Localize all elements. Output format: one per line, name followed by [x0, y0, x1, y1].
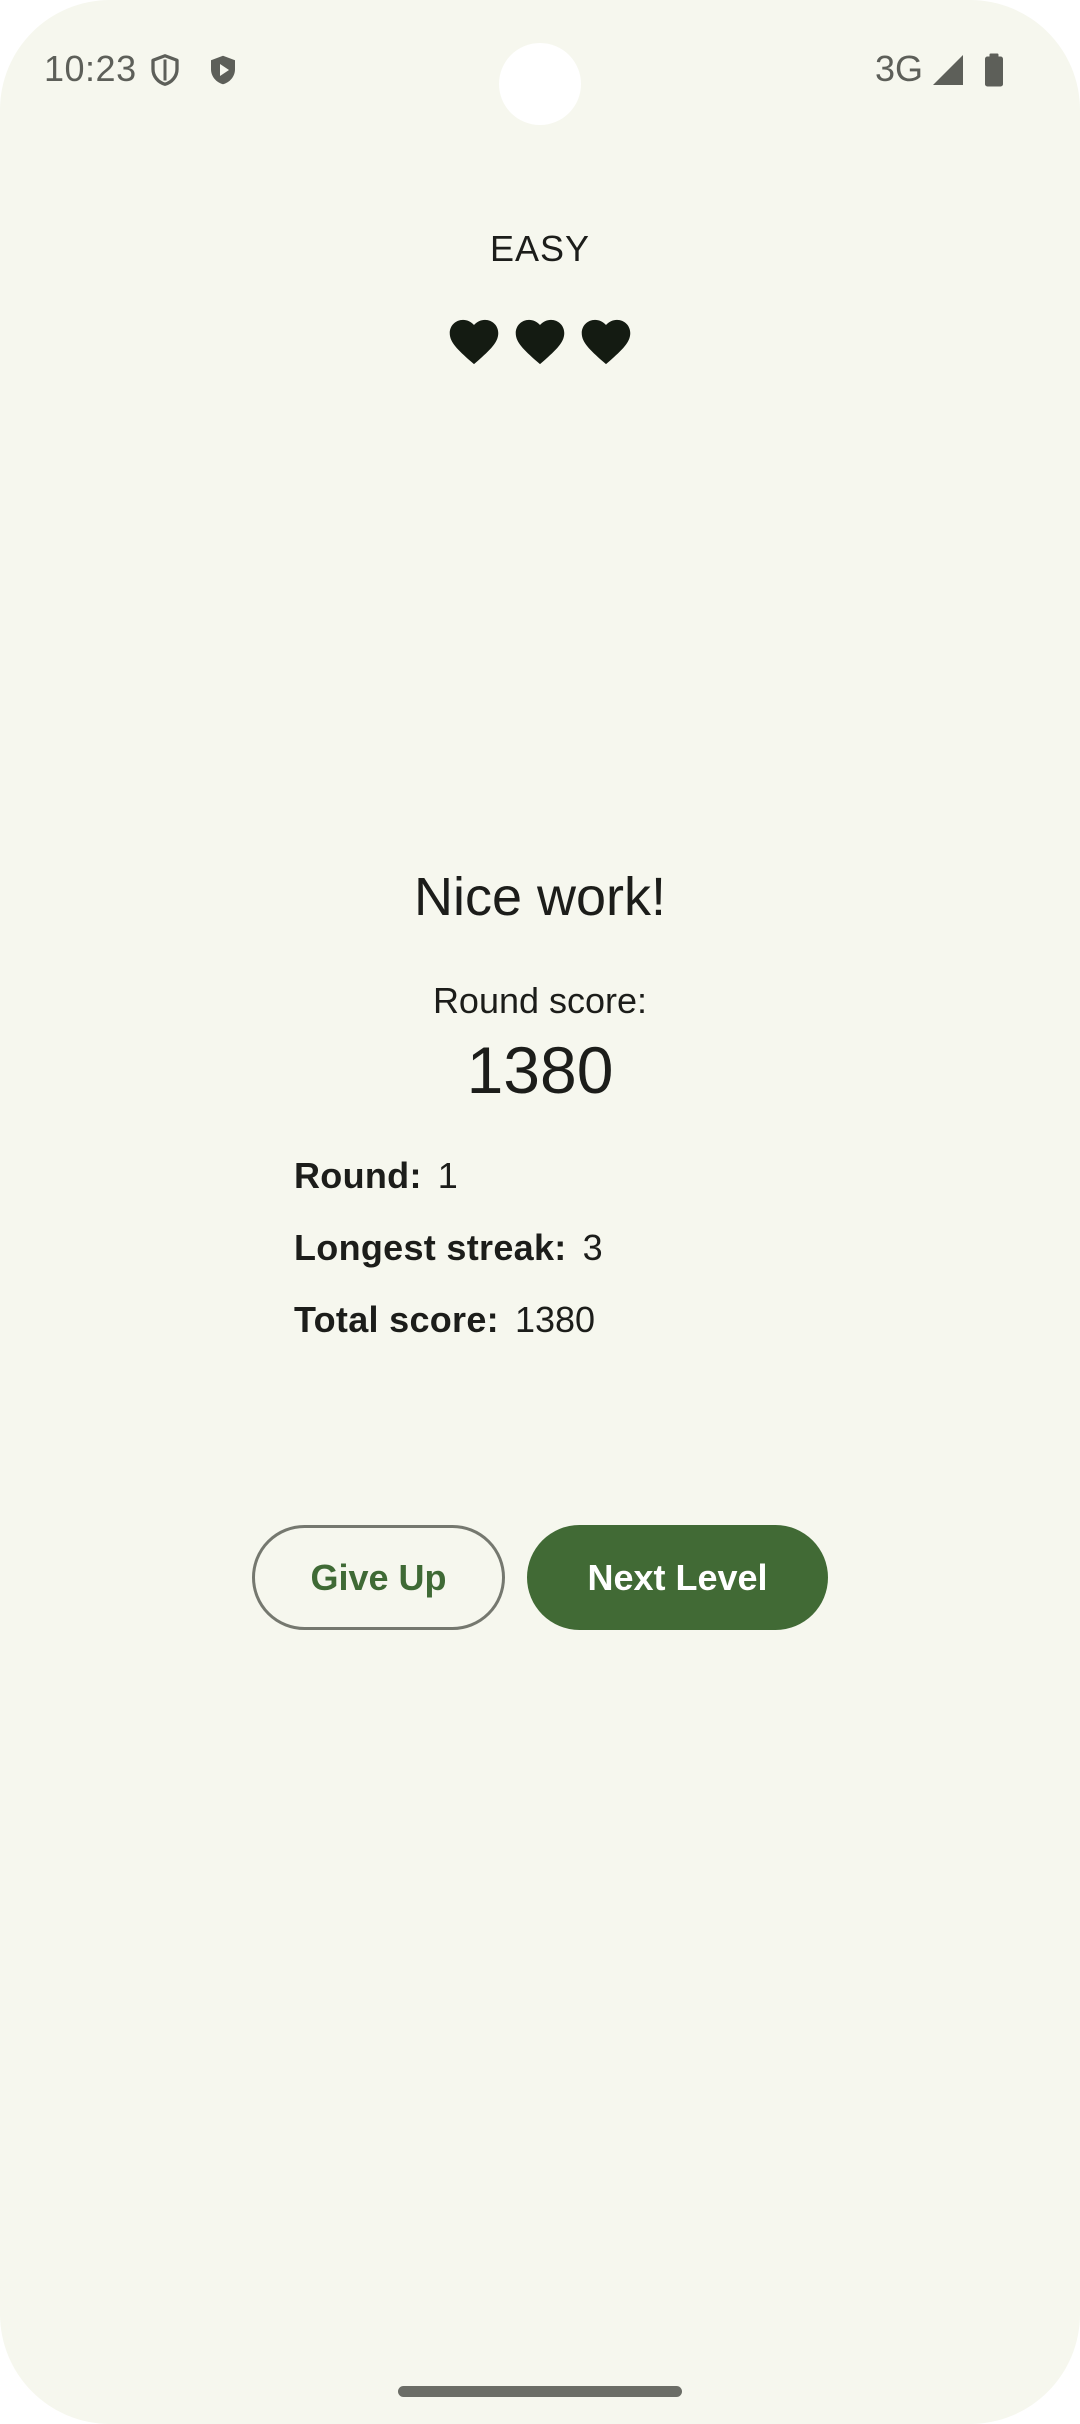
difficulty-label: EASY	[489, 228, 591, 269]
stat-longest-streak: Longest streak: 3	[294, 1227, 603, 1299]
front-camera	[499, 43, 581, 125]
next-level-button[interactable]: Next Level	[527, 1525, 828, 1630]
stat-value: 3	[582, 1227, 603, 1268]
signal-icon	[930, 52, 966, 88]
give-up-button[interactable]: Give Up	[252, 1525, 505, 1630]
status-bar: 10:23 3G	[0, 0, 1080, 140]
stat-value: 1380	[514, 1299, 596, 1340]
stat-label: Round:	[294, 1155, 422, 1196]
stat-total-score: Total score: 1380	[294, 1299, 603, 1371]
shield-icon	[147, 52, 183, 88]
result-title: Nice work!	[413, 867, 667, 927]
lives	[446, 314, 634, 370]
round-score-value: 1380	[466, 1033, 614, 1107]
battery-icon	[976, 52, 1012, 88]
heart-icon	[578, 314, 634, 370]
screen: 10:23 3G EASY Nice work! Round score: 13…	[0, 0, 1080, 2424]
heart-icon	[512, 314, 568, 370]
home-indicator[interactable]	[398, 2386, 682, 2397]
stats-list: Round: 1 Longest streak: 3 Total score: 138…	[294, 1155, 603, 1371]
stat-value: 1	[437, 1155, 458, 1196]
stat-label: Longest streak:	[294, 1227, 567, 1268]
stat-label: Total score:	[294, 1299, 499, 1340]
heart-icon	[446, 314, 502, 370]
network-type: 3G	[875, 48, 924, 89]
play-protect-icon	[205, 52, 241, 88]
round-score-label: Round score:	[432, 980, 648, 1021]
stat-round: Round: 1	[294, 1155, 603, 1227]
status-time: 10:23	[44, 48, 137, 89]
